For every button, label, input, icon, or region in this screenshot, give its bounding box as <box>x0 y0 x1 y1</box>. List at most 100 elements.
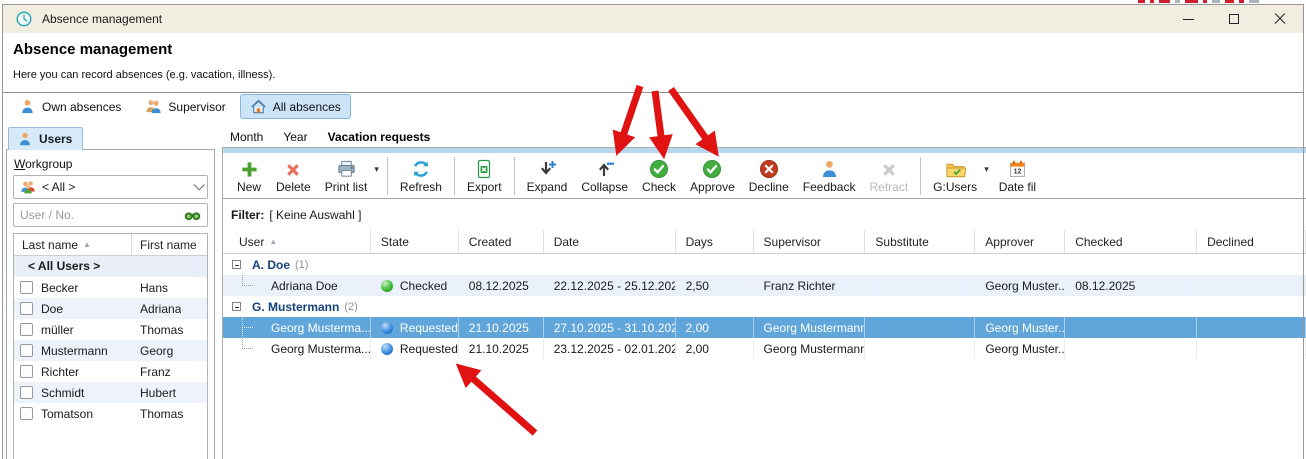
toolbar: New Delete Print list ▾ <box>223 153 1306 199</box>
view-tab-strip: Month Year Vacation requests <box>222 127 430 147</box>
user-row[interactable]: Mustermann Georg <box>14 340 207 361</box>
col-days[interactable]: Days <box>676 230 754 253</box>
user-checkbox[interactable] <box>20 281 33 294</box>
feedback-person-icon <box>820 159 839 179</box>
decline-button[interactable]: Decline <box>742 156 796 196</box>
user-checkbox[interactable] <box>20 323 33 336</box>
toolbar-separator <box>387 157 388 195</box>
desktop-strip <box>0 0 1306 4</box>
group-row[interactable]: G. Mustermann (2) <box>223 296 1306 317</box>
col-state[interactable]: State <box>371 230 459 253</box>
col-user[interactable]: User ▲ <box>229 230 371 253</box>
refresh-button[interactable]: Refresh <box>393 156 449 196</box>
group-row[interactable]: A. Doe (1) <box>223 254 1306 275</box>
user-checkbox[interactable] <box>20 386 33 399</box>
gusers-dropdown-caret-icon[interactable]: ▾ <box>984 164 989 175</box>
user-row[interactable]: Tomatson Thomas <box>14 403 207 424</box>
check-circle-icon <box>649 159 669 179</box>
request-row[interactable]: Adriana Doe Checked 08.12.2025 22.12.202… <box>223 275 1306 296</box>
tab-label: Users <box>39 132 72 146</box>
tab-supervisor[interactable]: Supervisor <box>135 94 235 119</box>
maximize-icon <box>1229 14 1239 24</box>
user-list-header: Last name ▲ First name <box>14 234 207 256</box>
user-checkbox[interactable] <box>20 344 33 357</box>
minimize-button[interactable] <box>1165 5 1211 33</box>
user-row[interactable]: Richter Franz <box>14 361 207 382</box>
tab-label: Own absences <box>42 100 121 114</box>
tab-own-absences[interactable]: Own absences <box>9 94 131 119</box>
approve-button[interactable]: Approve <box>683 156 742 196</box>
sort-asc-icon: ▲ <box>83 240 91 249</box>
toolbar-separator <box>514 157 515 195</box>
new-button[interactable]: New <box>229 156 269 196</box>
filter-value[interactable]: [ Keine Auswahl ] <box>269 208 361 222</box>
collapse-expander-icon[interactable] <box>232 260 241 269</box>
check-button[interactable]: Check <box>635 156 683 196</box>
tab-year[interactable]: Year <box>283 130 307 144</box>
user-row[interactable]: müller Thomas <box>14 319 207 340</box>
binoculars-search-icon[interactable] <box>184 208 201 222</box>
delete-x-icon <box>284 161 302 179</box>
user-search <box>13 203 208 227</box>
date-filter-calendar-icon: 12 <box>1008 159 1027 179</box>
delete-button[interactable]: Delete <box>269 156 318 196</box>
sort-asc-icon: ▲ <box>269 237 277 246</box>
col-checked[interactable]: Checked <box>1065 230 1197 253</box>
col-first-name[interactable]: First name <box>132 238 197 252</box>
tab-users[interactable]: Users <box>8 127 83 150</box>
request-row-selected[interactable]: Georg Musterma... Requested 21.10.2025 2… <box>223 317 1306 338</box>
grid-header: User ▲ State Created Date Days Superviso… <box>223 230 1306 254</box>
house-icon <box>250 98 267 115</box>
col-approver[interactable]: Approver <box>975 230 1065 253</box>
chevron-down-icon <box>193 179 204 190</box>
maximize-button[interactable] <box>1211 5 1257 33</box>
printer-icon <box>336 159 357 179</box>
requests-grid: User ▲ State Created Date Days Superviso… <box>223 230 1306 359</box>
state-requested-icon <box>381 343 393 355</box>
user-search-input[interactable] <box>20 208 184 222</box>
user-checkbox[interactable] <box>20 407 33 420</box>
vacation-requests-panel: New Delete Print list ▾ <box>222 147 1306 459</box>
tab-month[interactable]: Month <box>230 130 263 144</box>
user-checkbox[interactable] <box>20 365 33 378</box>
print-dropdown-caret-icon[interactable]: ▾ <box>374 164 379 175</box>
retract-x-icon <box>880 161 898 179</box>
absence-management-window: Absence management Absence management He… <box>0 0 1306 459</box>
col-created[interactable]: Created <box>459 230 544 253</box>
collapse-button[interactable]: Collapse <box>574 156 635 196</box>
print-list-button[interactable]: Print list <box>318 156 375 196</box>
clock-app-icon <box>15 10 33 28</box>
workgroup-select[interactable]: < All > <box>13 175 208 199</box>
state-checked-icon <box>381 280 393 292</box>
col-substitute[interactable]: Substitute <box>865 230 975 253</box>
close-button[interactable] <box>1257 5 1303 33</box>
col-declined[interactable]: Declined <box>1197 230 1306 253</box>
workgroup-value: < All > <box>42 180 75 194</box>
window-title: Absence management <box>42 12 162 26</box>
tab-all-absences[interactable]: All absences <box>240 94 351 119</box>
export-button[interactable]: Export <box>460 156 509 196</box>
col-date[interactable]: Date <box>544 230 676 253</box>
date-filter-button[interactable]: 12 Date fil <box>992 156 1043 196</box>
page-header: Absence management Here you can record a… <box>3 33 1303 92</box>
user-row[interactable]: Schmidt Hubert <box>14 382 207 403</box>
user-row[interactable]: Becker Hans <box>14 277 207 298</box>
people-icon <box>145 98 162 115</box>
tab-vacation-requests[interactable]: Vacation requests <box>328 130 431 144</box>
col-last-name[interactable]: Last name ▲ <box>14 234 132 255</box>
user-row[interactable]: Doe Adriana <box>14 298 207 319</box>
refresh-icon <box>411 159 431 179</box>
gusers-button[interactable]: G:Users <box>926 156 984 196</box>
user-list: Last name ▲ First name < All Users > Bec… <box>13 233 208 459</box>
minimize-icon <box>1183 19 1194 20</box>
expand-icon <box>537 159 557 179</box>
page-title: Absence management <box>13 41 172 58</box>
col-supervisor[interactable]: Supervisor <box>754 230 866 253</box>
request-row[interactable]: Georg Musterma... Requested 21.10.2025 2… <box>223 338 1306 359</box>
titlebar[interactable]: Absence management <box>3 5 1303 33</box>
expand-button[interactable]: Expand <box>520 156 575 196</box>
all-users-row[interactable]: < All Users > <box>14 256 207 277</box>
user-checkbox[interactable] <box>20 302 33 315</box>
collapse-expander-icon[interactable] <box>232 302 241 311</box>
feedback-button[interactable]: Feedback <box>796 156 863 196</box>
